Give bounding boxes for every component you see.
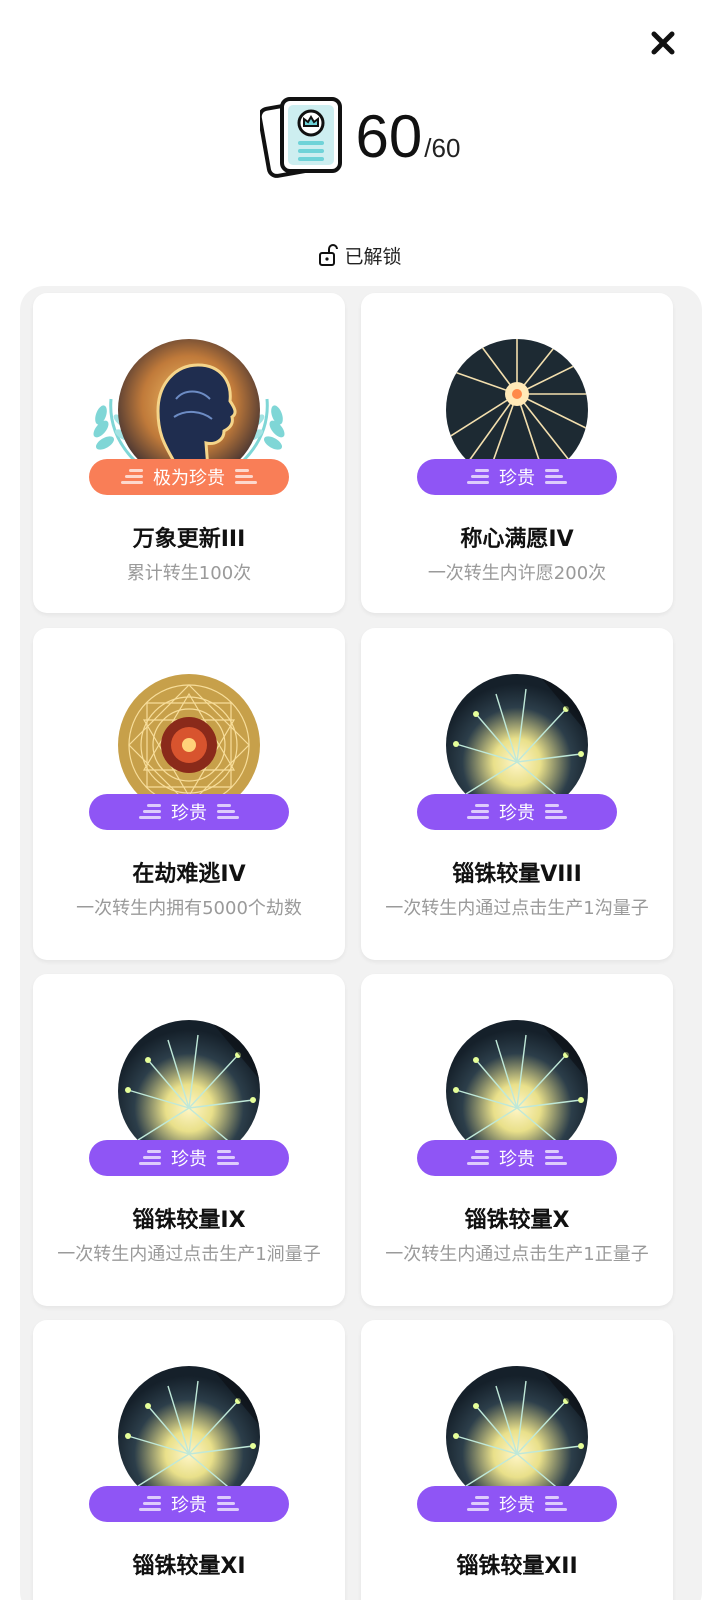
achievement-name: 锱铢较量VIII	[452, 862, 582, 887]
stripes-left-icon	[467, 804, 489, 819]
achievement-name: 称心满愿IV	[460, 527, 574, 552]
stripes-left-icon	[139, 804, 161, 819]
stripes-right-icon	[217, 804, 239, 819]
stripes-right-icon	[545, 469, 567, 484]
achievement-desc: 一次转生内通过点击生产1正量子	[385, 1244, 649, 1265]
achievement-desc: 一次转生内拥有5000个劫数	[76, 898, 302, 919]
achievement-card[interactable]: 珍贵 锱铢较量XII	[361, 1320, 673, 1600]
close-button[interactable]	[646, 26, 680, 60]
achievement-desc: 累计转生100次	[126, 563, 252, 584]
achievement-grid[interactable]: 极为珍贵 万象更新III 累计转生100次 珍贵 称心满愿IV 一次转生内许愿2…	[20, 286, 702, 1600]
achievement-card[interactable]: 极为珍贵 万象更新III 累计转生100次	[33, 293, 345, 613]
rarity-badge: 极为珍贵	[89, 459, 289, 495]
achievement-card[interactable]: 珍贵 锱铢较量IX 一次转生内通过点击生产1涧量子	[33, 974, 345, 1306]
stripes-right-icon	[545, 1150, 567, 1165]
achievement-desc: 一次转生内通过点击生产1沟量子	[385, 898, 649, 919]
stripes-right-icon	[217, 1496, 239, 1511]
rarity-badge: 珍贵	[417, 1486, 617, 1522]
rarity-badge: 珍贵	[417, 459, 617, 495]
stripes-right-icon	[545, 1496, 567, 1511]
collection-counter: 60 /60	[0, 92, 720, 182]
achievement-name: 锱铢较量XI	[132, 1554, 246, 1579]
achievement-name: 锱铢较量IX	[132, 1208, 246, 1233]
achievement-name: 在劫难逃IV	[132, 862, 246, 887]
stripes-right-icon	[545, 804, 567, 819]
achievement-desc: 一次转生内通过点击生产1涧量子	[57, 1244, 321, 1265]
stripes-left-icon	[467, 469, 489, 484]
rarity-label: 极为珍贵	[153, 468, 225, 489]
achievement-card[interactable]: 珍贵 锱铢较量VIII 一次转生内通过点击生产1沟量子	[361, 628, 673, 960]
rarity-label: 珍贵	[171, 1149, 207, 1170]
achievement-card[interactable]: 珍贵 称心满愿IV 一次转生内许愿200次	[361, 293, 673, 613]
rarity-label: 珍贵	[171, 803, 207, 824]
stripes-left-icon	[467, 1496, 489, 1511]
achievement-name: 锱铢较量XII	[456, 1554, 578, 1579]
stripes-left-icon	[121, 469, 143, 484]
rarity-label: 珍贵	[171, 1495, 207, 1516]
stripes-right-icon	[235, 469, 257, 484]
section-title-text: 已解锁	[344, 245, 402, 268]
rarity-label: 珍贵	[499, 1495, 535, 1516]
card-collection-icon	[259, 97, 342, 178]
stripes-right-icon	[217, 1150, 239, 1165]
rarity-label: 珍贵	[499, 468, 535, 489]
unlocked-section-title: 已解锁	[0, 240, 720, 270]
rarity-badge: 珍贵	[89, 1486, 289, 1522]
achievement-name: 锱铢较量X	[464, 1208, 570, 1233]
achievement-desc: 一次转生内许愿200次	[427, 563, 607, 584]
achievement-card[interactable]: 珍贵 在劫难逃IV 一次转生内拥有5000个劫数	[33, 628, 345, 960]
achievement-card[interactable]: 珍贵 锱铢较量X 一次转生内通过点击生产1正量子	[361, 974, 673, 1306]
collected-count: 60	[355, 103, 423, 170]
rarity-badge: 珍贵	[417, 794, 617, 830]
stripes-left-icon	[139, 1496, 161, 1511]
close-icon	[651, 31, 675, 55]
total-count: /60	[424, 132, 461, 163]
stripes-left-icon	[139, 1150, 161, 1165]
rarity-badge: 珍贵	[89, 1140, 289, 1176]
achievement-name: 万象更新III	[132, 527, 246, 552]
rarity-badge: 珍贵	[417, 1140, 617, 1176]
achievement-card[interactable]: 珍贵 锱铢较量XI	[33, 1320, 345, 1600]
unlock-icon	[319, 244, 339, 266]
rarity-badge: 珍贵	[89, 794, 289, 830]
rarity-label: 珍贵	[499, 803, 535, 824]
stripes-left-icon	[467, 1150, 489, 1165]
rarity-label: 珍贵	[499, 1149, 535, 1170]
